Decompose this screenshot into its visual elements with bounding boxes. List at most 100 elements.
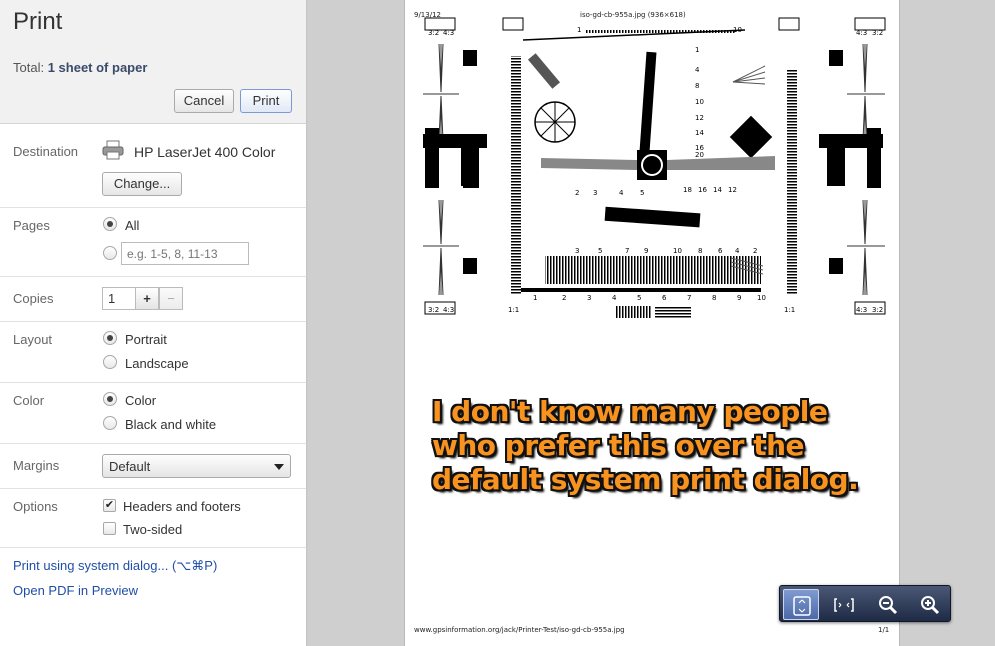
margins-label: Margins	[13, 458, 60, 473]
page-title: Print	[13, 8, 63, 35]
copies-decrement-button[interactable]: −	[159, 287, 183, 310]
pages-custom-radio[interactable]	[103, 246, 117, 260]
open-pdf-link[interactable]: Open PDF in Preview	[13, 583, 138, 598]
iso-resolution-test-chart: 3:2 4:3 4:3 3:2 3:2 4:3 4:3 3:2 1:1 1:1	[423, 17, 886, 318]
fit-to-page-icon	[793, 596, 811, 616]
svg-text:18: 18	[683, 186, 692, 194]
svg-text:3:2: 3:2	[428, 29, 439, 37]
zoom-out-icon	[879, 596, 898, 615]
svg-text:10: 10	[757, 294, 766, 302]
svg-text:2: 2	[575, 189, 579, 197]
svg-text:4:3: 4:3	[856, 306, 867, 314]
chevron-down-icon	[274, 464, 284, 470]
portrait-label: Portrait	[125, 332, 167, 347]
layout-label: Layout	[13, 332, 53, 347]
svg-text:16: 16	[698, 186, 707, 194]
svg-text:1:1: 1:1	[508, 306, 519, 314]
zoom-in-button[interactable]	[912, 589, 948, 620]
callout-line-2: who prefer this over the	[432, 429, 805, 462]
color-label: Color	[13, 393, 45, 408]
svg-text:9: 9	[737, 294, 741, 302]
svg-text:4: 4	[695, 66, 700, 74]
svg-text:20: 20	[695, 151, 704, 159]
pages-label: Pages	[13, 218, 50, 233]
callout-line-1: I don't know many people	[432, 395, 828, 428]
margins-value: Default	[109, 459, 151, 474]
svg-text:4:3: 4:3	[856, 29, 867, 37]
layout-section: Layout Portrait Landscape	[0, 322, 306, 383]
black-and-white-radio[interactable]	[103, 416, 117, 430]
svg-text:6: 6	[662, 294, 667, 302]
fit-to-page-button[interactable]	[783, 589, 819, 620]
pages-all-radio[interactable]	[103, 217, 117, 231]
printer-name: HP LaserJet 400 Color	[134, 144, 276, 160]
print-button[interactable]: Print	[240, 89, 292, 113]
printer-icon	[102, 140, 124, 160]
svg-text:8: 8	[695, 82, 699, 90]
color-radio[interactable]	[103, 392, 117, 406]
two-sided-label: Two-sided	[123, 522, 183, 537]
svg-text:5: 5	[637, 294, 641, 302]
print-summary: Total: 1 sheet of paper	[13, 60, 147, 75]
svg-text:2: 2	[753, 247, 757, 255]
zoom-in-icon	[921, 596, 940, 615]
copies-input[interactable]: 1	[108, 291, 115, 306]
svg-text:3:2: 3:2	[872, 29, 883, 37]
svg-text:3: 3	[587, 294, 591, 302]
pages-custom-input[interactable]	[121, 242, 249, 265]
zoom-out-button[interactable]	[870, 589, 906, 620]
copies-label: Copies	[13, 291, 54, 306]
summary-value: 1 sheet of paper	[47, 60, 148, 75]
svg-text:7: 7	[625, 247, 629, 255]
svg-text:10: 10	[695, 98, 704, 106]
svg-text:4:3: 4:3	[443, 306, 454, 314]
fit-width-button[interactable]	[826, 589, 862, 620]
destination-label: Destination	[13, 144, 79, 159]
svg-text:4: 4	[619, 189, 624, 197]
svg-text:3: 3	[593, 189, 597, 197]
fit-width-icon	[834, 598, 854, 612]
zoom-toolbar	[779, 585, 951, 622]
svg-text:12: 12	[728, 186, 737, 194]
cancel-button[interactable]: Cancel	[174, 89, 234, 113]
annotation-callout: I don't know many people who prefer this…	[432, 395, 872, 497]
options-label: Options	[13, 499, 58, 514]
svg-text:3: 3	[575, 247, 579, 255]
svg-text:12: 12	[695, 114, 704, 122]
svg-text:9: 9	[644, 247, 648, 255]
svg-text:3:2: 3:2	[428, 306, 439, 314]
headers-footers-checkbox[interactable]: ✔	[103, 499, 116, 512]
svg-text:14: 14	[713, 186, 722, 194]
summary-label: Total:	[13, 60, 45, 75]
copies-stepper: 1 + −	[102, 287, 183, 310]
system-dialog-link[interactable]: Print using system dialog... (⌥⌘P)	[13, 558, 217, 574]
svg-text:6: 6	[718, 247, 723, 255]
svg-text:1:1: 1:1	[784, 306, 795, 314]
margins-select[interactable]: Default	[102, 454, 291, 478]
svg-text:4: 4	[612, 294, 617, 302]
svg-text:8: 8	[698, 247, 702, 255]
portrait-radio[interactable]	[103, 331, 117, 345]
svg-text:1: 1	[577, 26, 581, 34]
svg-text:14: 14	[695, 129, 704, 137]
svg-text:1: 1	[695, 46, 699, 54]
print-settings-panel: Print Total: 1 sheet of paper Cancel Pri…	[0, 0, 307, 646]
landscape-radio[interactable]	[103, 355, 117, 369]
headers-footers-label: Headers and footers	[123, 499, 241, 514]
svg-text:1: 1	[533, 294, 537, 302]
svg-text:5: 5	[598, 247, 602, 255]
page-footer-url: www.gpsinformation.org/jack/Printer-Test…	[414, 626, 625, 634]
svg-text:10: 10	[733, 26, 742, 34]
pages-all-label: All	[125, 218, 140, 233]
copies-increment-button[interactable]: +	[135, 287, 159, 310]
margins-section: Margins Default	[0, 444, 306, 489]
two-sided-checkbox[interactable]	[103, 522, 116, 535]
change-destination-button[interactable]: Change...	[102, 172, 182, 196]
options-section: Options ✔ Headers and footers Two-sided	[0, 489, 306, 548]
black-and-white-label: Black and white	[125, 417, 217, 432]
page-number: 1/1	[878, 626, 890, 634]
color-section: Color Color Black and white	[0, 383, 306, 444]
svg-text:5: 5	[640, 189, 644, 197]
svg-text:4: 4	[735, 247, 740, 255]
print-preview-area: 9/13/12 iso-gd-cb-955a.jpg (936×618) 3:2…	[308, 0, 995, 646]
